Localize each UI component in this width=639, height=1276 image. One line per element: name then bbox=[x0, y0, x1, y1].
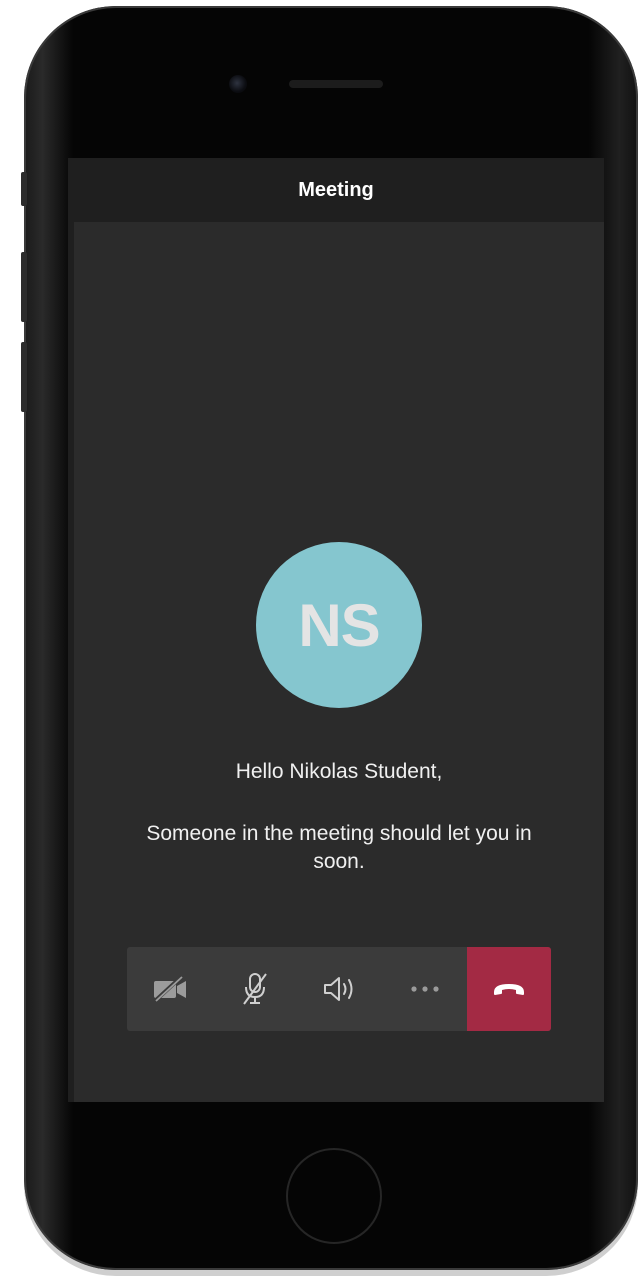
hang-up-icon bbox=[494, 984, 524, 995]
lobby-message: Someone in the meeting should let you in… bbox=[146, 822, 532, 873]
video-off-icon bbox=[153, 975, 186, 1003]
speaker-toggle-button[interactable] bbox=[297, 947, 382, 1031]
front-camera bbox=[229, 75, 247, 93]
mic-off-icon bbox=[242, 973, 267, 1005]
phone-mute-switch bbox=[21, 172, 27, 206]
phone-volume-up-button bbox=[21, 252, 27, 322]
home-button[interactable] bbox=[286, 1148, 382, 1244]
speaker-icon bbox=[323, 977, 352, 1001]
screen-edge bbox=[68, 222, 74, 1102]
more-options-icon bbox=[410, 986, 439, 992]
meeting-screen: Meeting NS Hello Nikolas Student, Someon… bbox=[68, 158, 604, 1102]
camera-toggle-button[interactable] bbox=[127, 947, 212, 1031]
phone-volume-down-button bbox=[21, 342, 27, 412]
header-bar: Meeting bbox=[68, 158, 604, 222]
greeting-text: Hello Nikolas Student, bbox=[235, 760, 443, 783]
more-options-button[interactable] bbox=[382, 947, 467, 1031]
avatar-initials: NS bbox=[298, 591, 380, 659]
avatar: NS bbox=[256, 542, 422, 708]
page-title: Meeting bbox=[298, 178, 374, 201]
earpiece-speaker bbox=[289, 80, 383, 88]
microphone-toggle-button[interactable] bbox=[212, 947, 297, 1031]
hang-up-button[interactable] bbox=[467, 947, 551, 1031]
call-controls bbox=[127, 947, 551, 1031]
